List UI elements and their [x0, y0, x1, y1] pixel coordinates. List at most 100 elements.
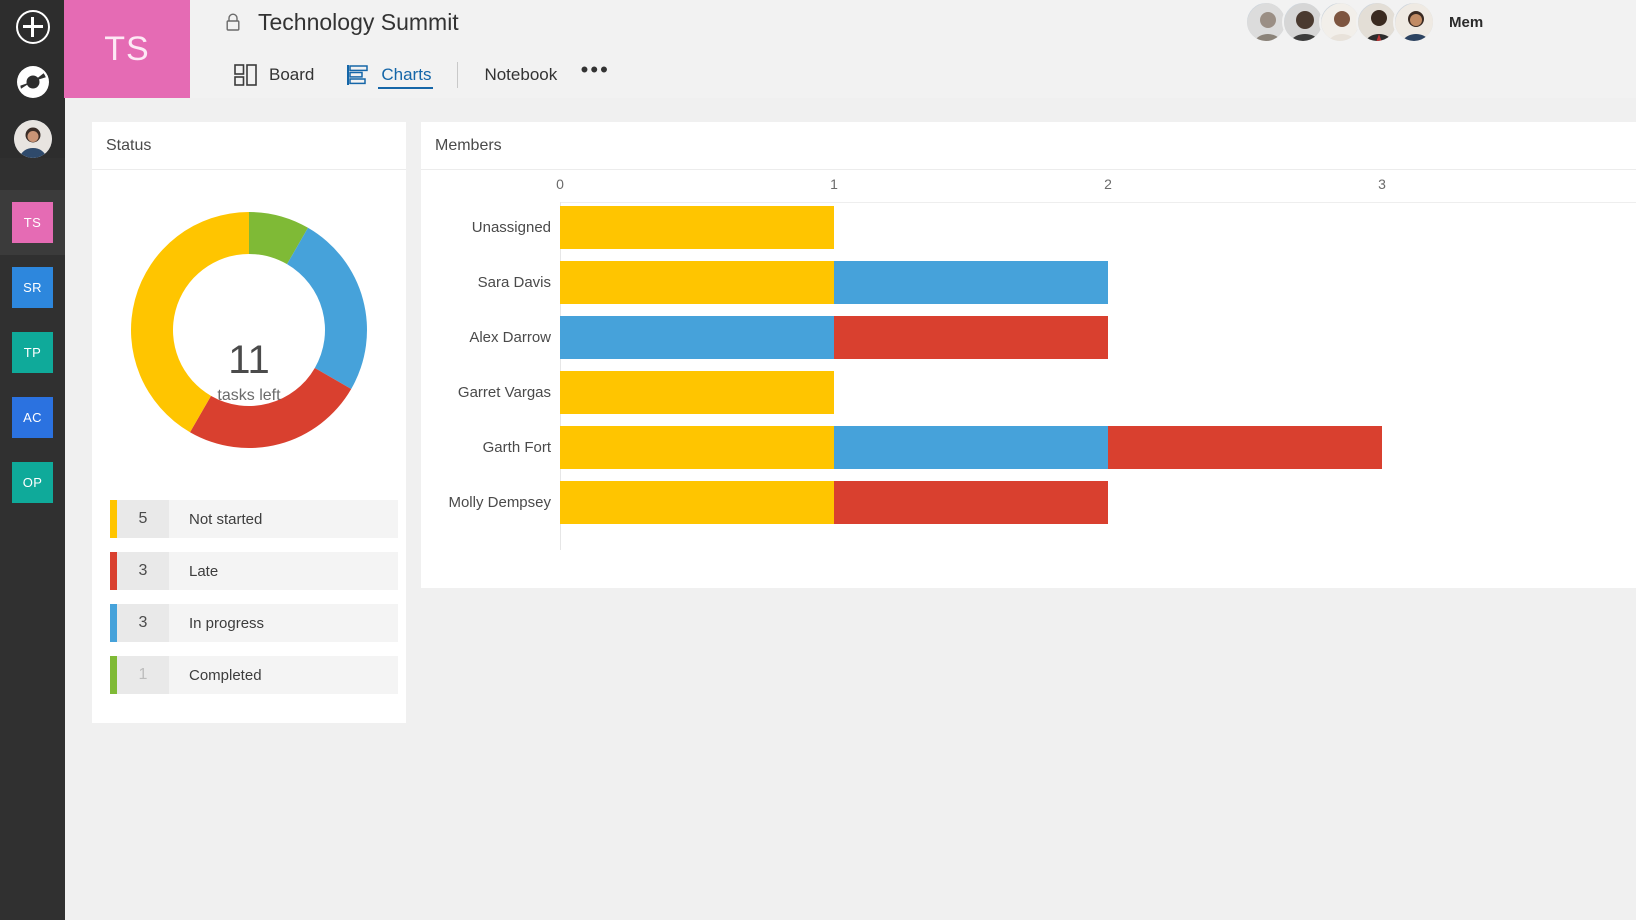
stacked-bar [560, 371, 834, 414]
bar-segment-in-progress[interactable] [560, 316, 834, 359]
member-avatars: Mem [1245, 0, 1636, 44]
rail-plan-initials: TP [23, 345, 42, 360]
bar-segment-not-started[interactable] [560, 481, 834, 524]
charts-canvas: Status 11 tasks left 5 Not started 3 Late 3 I… [65, 98, 1636, 920]
status-card-title: Status [106, 136, 152, 154]
page-title: Technology Summit [258, 8, 459, 35]
member-bar-row: Garret Vargas [421, 371, 1636, 414]
legend-color-swatch [110, 604, 117, 642]
charts-bar-icon [347, 65, 369, 85]
planner-app-window: TS SR TP AC OP TS Technology Summit Mem … [0, 0, 1636, 920]
donut-center-sublabel: tasks left [217, 387, 281, 404]
avatar[interactable] [1245, 1, 1287, 43]
rail-plan-tile-ts[interactable]: TS [12, 202, 53, 243]
rail-plan-tile-tp[interactable]: TP [12, 332, 53, 373]
avatar[interactable] [1393, 1, 1435, 43]
member-name-label: Garth Fort [482, 439, 551, 456]
bar-segment-in-progress[interactable] [834, 426, 1108, 469]
plan-avatar-initials: TS [104, 29, 150, 68]
bar-segment-late[interactable] [834, 316, 1108, 359]
stacked-bar [560, 316, 1108, 359]
bar-segment-not-started[interactable] [560, 261, 834, 304]
planner-home-button[interactable] [0, 54, 65, 110]
member-bar-row: Sara Davis [421, 261, 1636, 304]
legend-row[interactable]: 3 Late [110, 552, 398, 590]
member-bar-row: Garth Fort [421, 426, 1636, 469]
legend-color-swatch [110, 656, 117, 694]
legend-label: Completed [189, 666, 262, 684]
lock-icon [226, 13, 240, 31]
bar-segment-late[interactable] [834, 481, 1108, 524]
legend-color-swatch [110, 500, 117, 538]
tab-active-underline [378, 87, 434, 89]
rail-plan-initials: OP [22, 475, 43, 490]
axis-top-rule [560, 202, 1636, 203]
new-plan-button[interactable] [0, 0, 65, 54]
members-label[interactable]: Mem [1449, 14, 1483, 31]
avatar-photo-icon [14, 120, 52, 158]
member-name-label: Molly Dempsey [448, 494, 551, 511]
legend-row[interactable]: 1 Completed [110, 656, 398, 694]
rail-plan-initials: AC [23, 410, 42, 425]
stacked-bar [560, 426, 1382, 469]
rail-plan-initials: TS [23, 215, 42, 230]
bar-segment-late[interactable] [1108, 426, 1382, 469]
avatar[interactable] [1282, 1, 1324, 43]
planner-donut-logo-icon [16, 66, 49, 98]
plan-header: Technology Summit Mem Board Charts Noteb… [190, 0, 1636, 98]
tab-label: Charts [381, 65, 432, 84]
x-axis-tick-label: 3 [1378, 176, 1386, 192]
stacked-bar [560, 206, 834, 249]
tab-notebook[interactable]: Notebook [468, 52, 573, 98]
x-axis-tick-label: 1 [830, 176, 838, 192]
stacked-bar [560, 261, 1108, 304]
legend-label: In progress [189, 614, 265, 632]
bar-segment-not-started[interactable] [560, 426, 834, 469]
rail-plan-tile-op[interactable]: OP [12, 462, 53, 503]
status-legend: 5 Not started 3 Late 3 In progress 1 Completed [110, 500, 398, 708]
legend-row[interactable]: 5 Not started [110, 500, 398, 538]
donut-segment-late[interactable] [190, 368, 352, 448]
rail-plan-tile-ac[interactable]: AC [12, 397, 53, 438]
legend-count: 3 [117, 552, 169, 590]
legend-label: Not started [189, 510, 263, 528]
plan-avatar-tile[interactable]: TS [64, 0, 190, 98]
legend-count: 1 [117, 656, 169, 694]
member-name-label: Garret Vargas [457, 384, 551, 401]
rail-plan-initials: SR [23, 280, 42, 295]
members-chart-card: Members 0 1 2 3 Unassigned Sara Davis Alex Dar… [421, 122, 1636, 588]
app-rail: TS SR TP AC OP [0, 0, 65, 920]
x-axis-tick-label: 2 [1104, 176, 1112, 192]
members-card-title: Members [435, 136, 502, 154]
avatar[interactable] [1319, 1, 1361, 43]
bar-segment-in-progress[interactable] [834, 261, 1108, 304]
status-chart-card: Status 11 tasks left 5 Not started 3 Late 3 I… [92, 122, 406, 723]
members-card-header: Members [421, 122, 1636, 170]
bar-segment-not-started[interactable] [560, 371, 834, 414]
tab-charts[interactable]: Charts [330, 52, 447, 98]
status-card-header: Status [92, 122, 406, 170]
plan-title-row: Technology Summit [224, 0, 459, 44]
member-bar-row: Molly Dempsey [421, 481, 1636, 524]
legend-label: Late [189, 562, 219, 580]
tab-label: Board [269, 65, 315, 84]
donut-center-number: 11 [228, 338, 270, 382]
bar-segment-not-started[interactable] [560, 206, 834, 249]
plus-circle-icon [15, 10, 50, 44]
donut-svg [131, 212, 367, 448]
tab-label: Notebook [484, 65, 558, 84]
legend-count: 3 [117, 604, 169, 642]
more-options-button[interactable]: ••• [573, 52, 617, 98]
avatar[interactable] [1356, 1, 1398, 43]
avatar-photo-icon [1358, 3, 1396, 41]
user-avatar[interactable] [14, 120, 52, 158]
avatar-photo-icon [1284, 3, 1322, 41]
legend-color-swatch [110, 552, 117, 590]
rail-plan-tile-sr[interactable]: SR [12, 267, 53, 308]
legend-count: 5 [117, 500, 169, 538]
tab-divider [457, 62, 459, 88]
tab-board[interactable]: Board [218, 52, 330, 98]
legend-row[interactable]: 3 In progress [110, 604, 398, 642]
ellipsis-icon: ••• [580, 57, 610, 82]
members-bar-chart: 0 1 2 3 Unassigned Sara Davis Alex Darrow Garre… [421, 170, 1636, 588]
